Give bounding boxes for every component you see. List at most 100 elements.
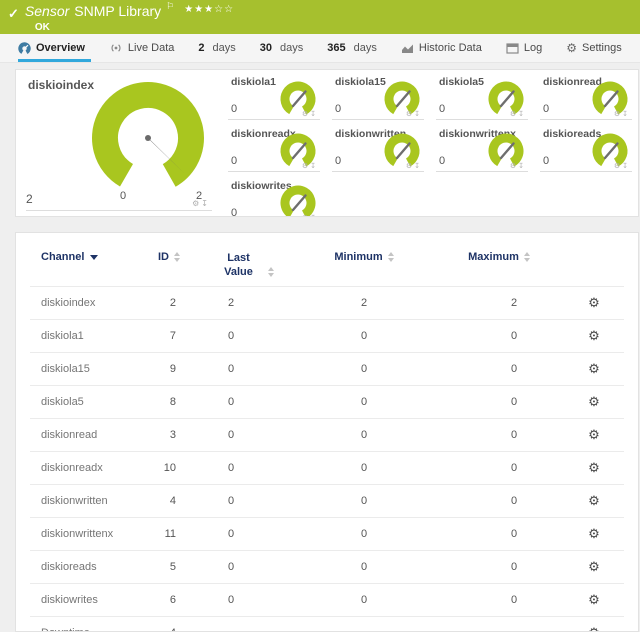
channel-minimum: 0 (294, 418, 434, 451)
table-row[interactable]: diskioindex 2 2 2 2 ⚙ (30, 286, 624, 319)
gauge-pin-icon[interactable]: ↧ (310, 215, 318, 217)
channel-settings-icon[interactable]: ⚙ (588, 559, 600, 574)
channel-name[interactable]: diskionwrittenx (30, 517, 150, 550)
column-header-maximum[interactable]: Maximum (434, 243, 564, 286)
tile-divider (26, 210, 212, 211)
channel-name[interactable]: diskiowrites (30, 583, 150, 616)
channel-maximum: 0 (434, 352, 564, 385)
tab-log[interactable]: Log (494, 34, 554, 62)
gauge-tile[interactable]: diskiola5 0 ⚙↧ (434, 72, 538, 124)
gauge-name: diskiola15 (335, 76, 386, 88)
channel-settings-icon[interactable]: ⚙ (588, 427, 600, 442)
gauge-pin-icon[interactable]: ↧ (622, 163, 630, 170)
channel-name[interactable]: diskioindex (30, 286, 150, 319)
channel-name[interactable]: diskiola1 (30, 319, 150, 352)
channel-maximum: 0 (434, 484, 564, 517)
tab-30-days-number: 30 (260, 42, 272, 54)
gauge-name: diskiola5 (439, 76, 484, 88)
channel-settings-icon[interactable]: ⚙ (588, 592, 600, 607)
channel-name[interactable]: Downtime (30, 616, 150, 632)
area-chart-icon (401, 42, 414, 54)
tab-log-label: Log (524, 42, 542, 54)
channel-name[interactable]: diskiola5 (30, 385, 150, 418)
channel-settings-icon[interactable]: ⚙ (588, 625, 600, 632)
table-row[interactable]: diskiola1 7 0 0 0 ⚙ (30, 319, 624, 352)
tab-365-days[interactable]: 365 days (315, 34, 389, 62)
sensor-title[interactable]: SNMP Library (74, 4, 161, 19)
table-row[interactable]: diskionread 3 0 0 0 ⚙ (30, 418, 624, 451)
priority-stars[interactable]: ★★★☆☆ (184, 4, 234, 15)
column-header-id[interactable]: ID (150, 243, 194, 286)
channel-settings-icon[interactable]: ⚙ (588, 295, 600, 310)
gauge-tile[interactable]: diskionread 0 ⚙↧ (538, 72, 639, 124)
table-row[interactable]: diskionwrittenx 11 0 0 0 ⚙ (30, 517, 624, 550)
tab-settings[interactable]: ⚙ Settings (554, 34, 634, 62)
gauge-tile[interactable]: diskiola1 0 ⚙↧ (226, 72, 330, 124)
gauge-settings-icon[interactable]: ⚙ (510, 163, 518, 170)
tab-historic-data[interactable]: Historic Data (389, 34, 494, 62)
gauge-settings-icon[interactable]: ⚙ (406, 111, 414, 118)
gauge-tile[interactable]: diskioreads 0 ⚙↧ (538, 124, 639, 176)
tile-divider (540, 171, 632, 172)
gauge-tile[interactable]: diskionwritten 0 ⚙↧ (330, 124, 434, 176)
channel-maximum: 0 (434, 319, 564, 352)
gauge-pin-icon[interactable]: ↧ (201, 199, 210, 208)
channel-settings-icon[interactable]: ⚙ (588, 526, 600, 541)
channel-name[interactable]: diskioreads (30, 550, 150, 583)
table-row[interactable]: diskiola15 9 0 0 0 ⚙ (30, 352, 624, 385)
gauge-settings-icon[interactable]: ⚙ (302, 111, 310, 118)
column-header-minimum-label: Minimum (334, 251, 382, 263)
gauge-tile[interactable]: diskiola15 0 ⚙↧ (330, 72, 434, 124)
gauge-tile[interactable]: diskionwrittenx 0 ⚙↧ (434, 124, 538, 176)
gauge-pin-icon[interactable]: ↧ (622, 111, 630, 118)
gauge-settings-icon[interactable]: ⚙ (614, 111, 622, 118)
channel-maximum: 0 (434, 451, 564, 484)
channel-settings-icon[interactable]: ⚙ (588, 394, 600, 409)
table-row[interactable]: diskioreads 5 0 0 0 ⚙ (30, 550, 624, 583)
channel-name[interactable]: diskionwritten (30, 484, 150, 517)
channel-name[interactable]: diskionreadx (30, 451, 150, 484)
gauge-tile-primary[interactable]: diskioindex 0 2 2 ⚙↧ (16, 70, 226, 216)
channel-name[interactable]: diskionread (30, 418, 150, 451)
gauge-settings-icon[interactable]: ⚙ (302, 163, 310, 170)
column-header-minimum[interactable]: Minimum (294, 243, 434, 286)
table-row[interactable]: diskionwritten 4 0 0 0 ⚙ (30, 484, 624, 517)
pause-flag-icon[interactable]: ⚐ (166, 2, 174, 12)
tile-divider (332, 171, 424, 172)
tab-live-data[interactable]: Live Data (97, 34, 186, 62)
tab-overview[interactable]: Overview (18, 34, 97, 62)
gauge-pin-icon[interactable]: ↧ (310, 111, 318, 118)
gauge-settings-icon[interactable]: ⚙ (406, 163, 414, 170)
gauge-settings-icon[interactable]: ⚙ (302, 215, 310, 217)
tab-30-days[interactable]: 30 days (248, 34, 316, 62)
channel-settings-icon[interactable]: ⚙ (588, 328, 600, 343)
gauge-settings-icon[interactable]: ⚙ (614, 163, 622, 170)
table-row[interactable]: diskionreadx 10 0 0 0 ⚙ (30, 451, 624, 484)
table-row[interactable]: diskiowrites 6 0 0 0 ⚙ (30, 583, 624, 616)
gauge-pin-icon[interactable]: ↧ (310, 163, 318, 170)
channel-settings-icon[interactable]: ⚙ (588, 361, 600, 376)
tab-2-days[interactable]: 2 days (186, 34, 247, 62)
tab-365-days-number: 365 (327, 42, 345, 54)
column-header-channel[interactable]: Channel (30, 243, 150, 286)
gauge-pin-icon[interactable]: ↧ (414, 163, 422, 170)
gauge-pin-icon[interactable]: ↧ (414, 111, 422, 118)
table-row[interactable]: Downtime -4 ⚙ (30, 616, 624, 632)
tab-overview-label: Overview (36, 42, 85, 54)
gauge-pin-icon[interactable]: ↧ (518, 111, 526, 118)
gauge-tile[interactable]: diskionreadx 0 ⚙↧ (226, 124, 330, 176)
channel-settings-icon[interactable]: ⚙ (588, 493, 600, 508)
channel-last-value: 0 (194, 517, 294, 550)
channel-settings-icon[interactable]: ⚙ (588, 460, 600, 475)
gauge-settings-icon[interactable]: ⚙ (510, 111, 518, 118)
gauge-value: 0 (231, 207, 237, 217)
table-row[interactable]: diskiola5 8 0 0 0 ⚙ (30, 385, 624, 418)
channel-name[interactable]: diskiola15 (30, 352, 150, 385)
gauge-value: 0 (335, 103, 341, 115)
gauge-settings-icon[interactable]: ⚙ (192, 199, 201, 208)
channel-id: 11 (150, 517, 194, 550)
channel-id: 3 (150, 418, 194, 451)
gauge-pin-icon[interactable]: ↧ (518, 163, 526, 170)
column-header-last-value[interactable]: Last Value (194, 243, 294, 286)
gauge-tile[interactable]: diskiowrites 0 ⚙↧ (226, 176, 330, 217)
